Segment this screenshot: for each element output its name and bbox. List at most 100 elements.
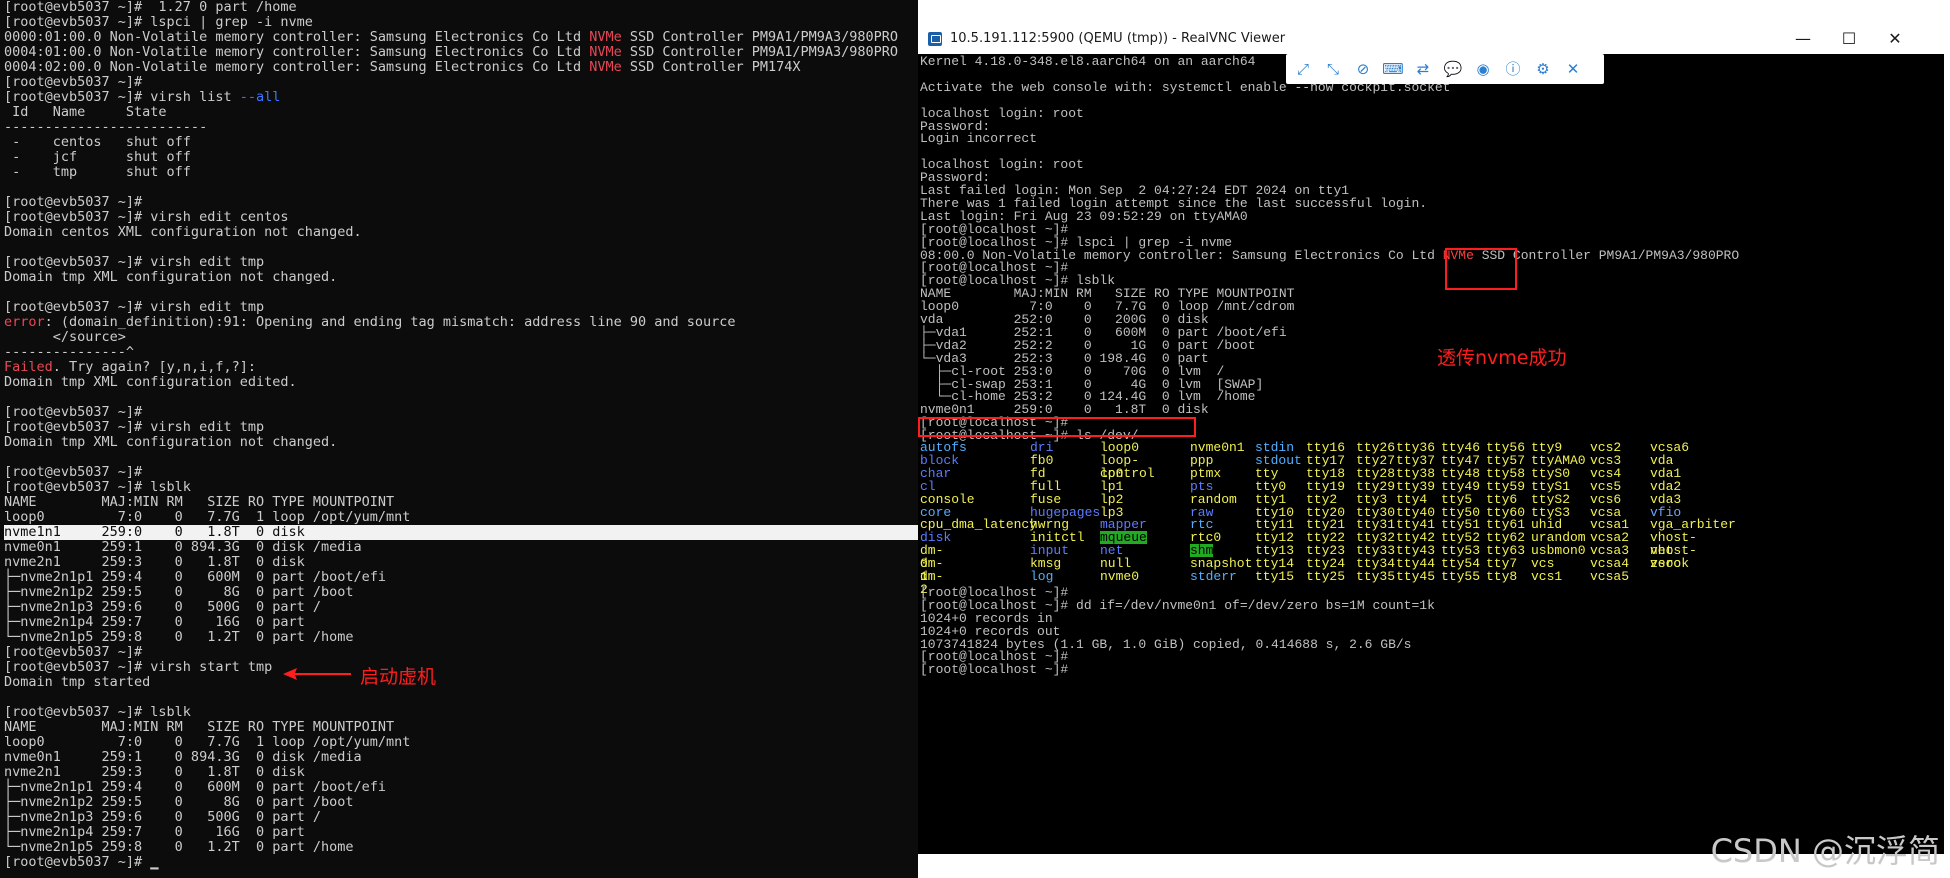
fit-icon[interactable]: ⤡ [1322,58,1344,80]
terminal-text: . Try again? [y,n,i,f,?]: [52,359,256,375]
terminal-text: NAME MAJ:MIN RM SIZE RO TYPE MOUNTPOINT [4,719,395,735]
terminal-line: ├─nvme2n1p3 259:6 0 500G 0 part / [4,600,918,615]
terminal-text: ├─nvme2n1p1 259:4 0 600M 0 part /boot/ef… [4,779,387,795]
terminal-line: [root@evb5037 ~]# virsh list --all [4,90,918,105]
dev-entry: vcs3 [1590,452,1622,468]
minimize-button[interactable]: — [1780,24,1826,54]
dev-entry: tty59 [1486,478,1526,494]
terminal-text: ├─nvme2n1p3 259:6 0 500G 0 part / [4,809,321,825]
terminal-text: 0004:02:00.0 Non-Volatile memory control… [4,59,590,75]
dev-entry: vcs4 [1590,465,1622,481]
dev-entry: full [1030,478,1062,494]
dev-entry: tty8 [1486,569,1518,584]
dev-entry: ttyS0 [1531,465,1571,481]
terminal-text: [root@evb5037 ~]# lsblk [4,704,191,720]
dev-entry: vcs6 [1590,491,1622,507]
terminal-line: [root@evb5037 ~]# virsh edit tmp [4,255,918,270]
settings-icon[interactable]: ⚙ [1532,58,1554,80]
host-terminal[interactable]: [root@evb5037 ~]# 1.27 0 part /home [root… [0,0,918,878]
terminal-text: └─nvme2n1p5 259:8 0 1.2T 0 part /home [4,839,354,855]
terminal-line: ├─nvme2n1p2 259:5 0 8G 0 part /boot [4,585,918,600]
terminal-line: nvme2n1 259:3 0 1.8T 0 disk [4,765,918,780]
terminal-line: ------------------------- [4,120,918,135]
record-icon[interactable]: ◉ [1472,58,1494,80]
terminal-line: [root@evb5037 ~]# virsh start tmp [4,660,918,675]
terminal-keyword: Failed [4,359,53,375]
realvnc-app-icon [928,32,942,46]
console-text: Kernel 4.18.0-348.el8.aarch64 on an aarc… [920,54,1256,69]
expand-icon[interactable]: ⤢ [1292,58,1314,80]
close-button[interactable]: ✕ [1872,24,1918,54]
terminal-text: NAME MAJ:MIN RM SIZE RO TYPE MOUNTPOINT [4,494,395,510]
terminal-text: 0004:01:00.0 Non-Volatile memory control… [4,44,590,60]
terminal-line: 0004:02:00.0 Non-Volatile memory control… [4,60,918,75]
terminal-text: [root@evb5037 ~]# [4,464,143,480]
terminal-line: - jcf shut off [4,150,918,165]
terminal-text: ├─nvme2n1p3 259:6 0 500G 0 part / [4,599,321,615]
terminal-line: [root@evb5037 ~]# virsh edit tmp [4,420,918,435]
close-toolbar-icon[interactable]: ✕ [1562,58,1584,80]
dev-entry: vda1 [1650,465,1682,481]
terminal-line: - tmp shut off [4,165,918,180]
vnc-remote-screen[interactable]: Kernel 4.18.0-348.el8.aarch64 on an aarc… [918,54,1944,854]
dev-entry: tty57 [1486,452,1526,468]
info-icon[interactable]: ⓘ [1502,58,1524,80]
console-line: [root@localhost ~]# [920,662,1069,678]
terminal-text: nvme1n1 259:0 0 1.8T 0 disk [4,524,305,540]
dev-entry: tty29 [1356,478,1396,494]
dev-entry: tty28 [1356,465,1396,481]
dev-entry: vcs5 [1590,478,1622,494]
scrollbar-marker [1944,600,1950,614]
terminal-line: ---------------^ [4,345,918,360]
console-text: Login incorrect [920,131,1038,147]
terminal-text: - jcf shut off [4,149,191,165]
chat-icon[interactable]: 💬 [1442,58,1464,80]
terminal-line: [root@evb5037 ~]# [4,645,918,660]
dev-entry: tty [1255,465,1279,481]
terminal-text: 0000:01:00.0 Non-Volatile memory control… [4,29,590,45]
terminal-line: 0004:01:00.0 Non-Volatile memory control… [4,45,918,60]
dev-entry: fuse [1030,491,1062,507]
terminal-text: Domain centos XML configuration not chan… [4,224,362,240]
maximize-button[interactable]: ☐ [1826,24,1872,54]
terminal-line: [root@evb5037 ~]# lspci | grep -i nvme [4,15,918,30]
dev-entry: tty45 [1396,569,1436,584]
watermark: CSDN @沉浮简 [1710,832,1940,870]
terminal-text: ├─nvme2n1p2 259:5 0 8G 0 part /boot [4,584,354,600]
vnc-titlebar[interactable]: 10.5.191.112:5900 (QEMU (tmp)) - RealVNC… [918,24,1950,54]
dev-entry: console [920,491,975,507]
terminal-text: [root@evb5037 ~]# virsh edit tmp [4,299,265,315]
terminal-text: nvme2n1 259:3 0 1.8T 0 disk [4,554,305,570]
terminal-line: ├─nvme2n1p1 259:4 0 600M 0 part /boot/ef… [4,570,918,585]
terminal-line: └─nvme2n1p5 259:8 0 1.2T 0 part /home [4,630,918,645]
dev-entry: tty49 [1441,478,1481,494]
dev-entry: lp1 [1100,478,1124,494]
dev-entry: tty0 [1255,478,1287,494]
terminal-keyword: error [4,314,45,330]
window-title: 10.5.191.112:5900 (QEMU (tmp)) - RealVNC… [950,31,1286,46]
terminal-line: [root@evb5037 ~]# 1.27 0 part /home [4,0,918,15]
terminal-line: [root@evb5037 ~]# virsh edit centos [4,210,918,225]
transfer-icon[interactable]: ⇄ [1412,58,1434,80]
terminal-line: ├─nvme2n1p3 259:6 0 500G 0 part / [4,810,918,825]
ctrl-alt-del-icon[interactable]: ⌨ [1382,58,1404,80]
terminal-line: nvme0n1 259:1 0 894.3G 0 disk /media [4,750,918,765]
dev-entry: tty38 [1396,465,1436,481]
arrow-left-icon [283,668,351,680]
terminal-line: loop0 7:0 0 7.7G 1 loop /opt/yum/mnt [4,510,918,525]
pointer-off-icon[interactable]: ⊘ [1352,58,1374,80]
dev-entry: char [920,465,952,481]
terminal-keyword: NVMe [589,59,622,75]
terminal-line: [root@evb5037 ~]# [4,465,918,480]
terminal-text: [root@evb5037 ~]# virsh edit tmp [4,254,265,270]
terminal-text: nvme2n1 259:3 0 1.8T 0 disk [4,764,305,780]
terminal-line: ├─nvme2n1p2 259:5 0 8G 0 part /boot [4,795,918,810]
terminal-text: ------------------------- [4,119,208,135]
dev-entry: tty25 [1306,569,1346,584]
terminal-line: ├─nvme2n1p4 259:7 0 16G 0 part [4,615,918,630]
terminal-line: loop0 7:0 0 7.7G 1 loop /opt/yum/mnt [4,735,918,750]
terminal-line: - centos shut off [4,135,918,150]
terminal-line: Id Name State [4,105,918,120]
